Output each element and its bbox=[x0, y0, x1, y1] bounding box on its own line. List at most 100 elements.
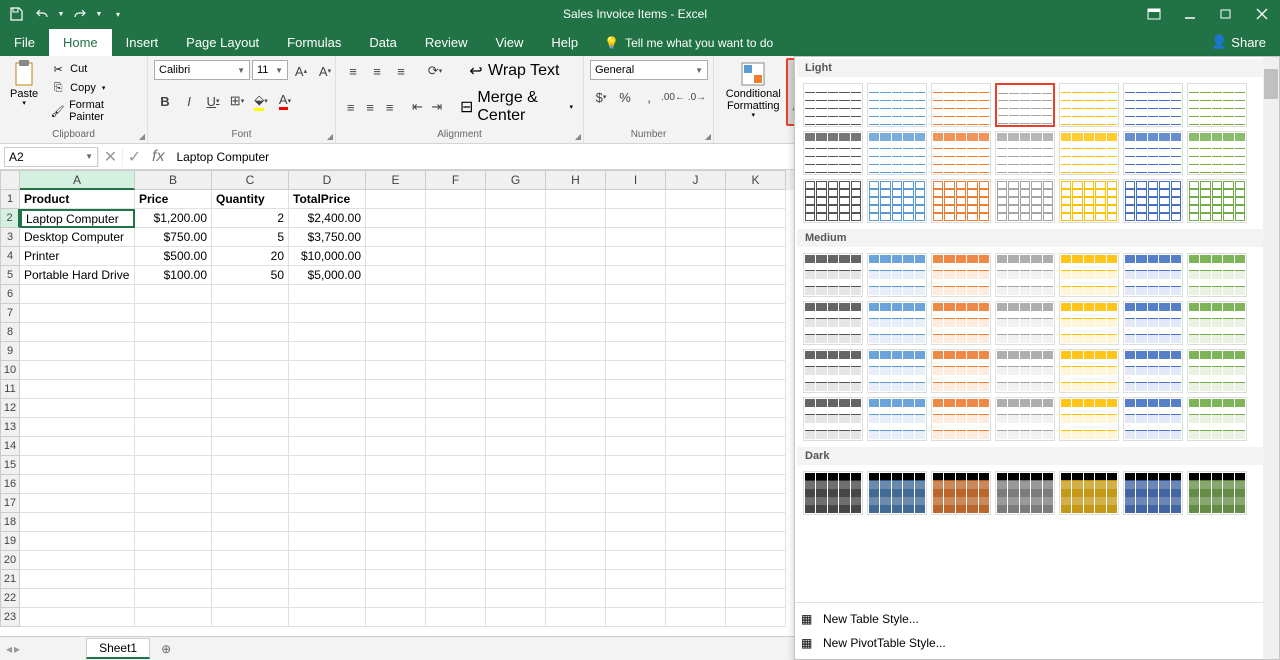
table-style-thumb[interactable] bbox=[867, 471, 927, 515]
cell[interactable] bbox=[486, 551, 546, 570]
cell[interactable] bbox=[212, 342, 289, 361]
cell[interactable] bbox=[366, 209, 426, 228]
close-icon[interactable] bbox=[1244, 0, 1280, 28]
comma-icon[interactable]: , bbox=[638, 86, 660, 108]
cell[interactable] bbox=[20, 475, 135, 494]
table-style-thumb[interactable] bbox=[1123, 349, 1183, 393]
cell[interactable] bbox=[726, 608, 786, 627]
cell[interactable] bbox=[426, 190, 486, 209]
cell[interactable] bbox=[486, 589, 546, 608]
column-header[interactable]: A bbox=[20, 170, 135, 190]
cell[interactable] bbox=[606, 380, 666, 399]
font-size-combo[interactable]: 11▼ bbox=[252, 60, 288, 80]
row-header[interactable]: 12 bbox=[0, 399, 20, 418]
cell[interactable] bbox=[366, 247, 426, 266]
cell[interactable] bbox=[20, 456, 135, 475]
cell[interactable] bbox=[212, 418, 289, 437]
wrap-text-button[interactable]: ↩Wrap Text bbox=[464, 61, 563, 81]
row-header[interactable]: 4 bbox=[0, 247, 20, 266]
table-style-thumb[interactable] bbox=[995, 471, 1055, 515]
cell[interactable] bbox=[212, 494, 289, 513]
cell[interactable]: Printer bbox=[20, 247, 135, 266]
row-header[interactable]: 23 bbox=[0, 608, 20, 627]
cell[interactable] bbox=[606, 570, 666, 589]
cell[interactable] bbox=[212, 323, 289, 342]
cell[interactable] bbox=[426, 608, 486, 627]
cell[interactable] bbox=[606, 285, 666, 304]
row-header[interactable]: 18 bbox=[0, 513, 20, 532]
cell[interactable] bbox=[546, 399, 606, 418]
cell[interactable] bbox=[546, 513, 606, 532]
sheet-nav-first-icon[interactable]: ◂ bbox=[6, 642, 12, 656]
table-style-thumb[interactable] bbox=[803, 471, 863, 515]
cell[interactable] bbox=[289, 342, 366, 361]
orientation-icon[interactable]: ⟳▾ bbox=[424, 60, 446, 82]
cell[interactable] bbox=[666, 228, 726, 247]
table-style-thumb[interactable] bbox=[995, 131, 1055, 175]
cell[interactable] bbox=[212, 399, 289, 418]
row-header[interactable]: 20 bbox=[0, 551, 20, 570]
cell[interactable] bbox=[212, 380, 289, 399]
cell[interactable] bbox=[666, 513, 726, 532]
table-style-thumb[interactable] bbox=[1123, 253, 1183, 297]
cell[interactable] bbox=[666, 323, 726, 342]
increase-font-icon[interactable]: A▴ bbox=[290, 60, 312, 82]
cell[interactable] bbox=[20, 342, 135, 361]
table-style-thumb[interactable] bbox=[1059, 397, 1119, 441]
cell[interactable] bbox=[666, 399, 726, 418]
table-style-thumb[interactable] bbox=[931, 301, 991, 345]
table-style-thumb[interactable] bbox=[1059, 131, 1119, 175]
row-header[interactable]: 2 bbox=[0, 209, 20, 228]
tab-review[interactable]: Review bbox=[411, 29, 482, 56]
table-style-thumb[interactable] bbox=[1187, 83, 1247, 127]
row-header[interactable]: 17 bbox=[0, 494, 20, 513]
cell[interactable] bbox=[666, 266, 726, 285]
font-name-combo[interactable]: Calibri▼ bbox=[154, 60, 250, 80]
cell[interactable] bbox=[606, 418, 666, 437]
cell[interactable] bbox=[546, 418, 606, 437]
cell[interactable] bbox=[135, 608, 212, 627]
cell[interactable] bbox=[606, 247, 666, 266]
redo-dropdown-icon[interactable]: ▼ bbox=[94, 2, 104, 26]
row-header[interactable]: 16 bbox=[0, 475, 20, 494]
cell[interactable] bbox=[289, 304, 366, 323]
cell[interactable] bbox=[666, 551, 726, 570]
cell[interactable] bbox=[20, 513, 135, 532]
table-style-thumb[interactable] bbox=[995, 179, 1055, 223]
select-all-corner[interactable] bbox=[0, 170, 20, 190]
column-header[interactable]: H bbox=[546, 170, 606, 190]
cell[interactable] bbox=[666, 475, 726, 494]
tell-me-search[interactable]: 💡 Tell me what you want to do bbox=[592, 30, 785, 56]
cell[interactable] bbox=[486, 342, 546, 361]
cell[interactable] bbox=[135, 494, 212, 513]
cell[interactable]: Price bbox=[135, 190, 212, 209]
undo-dropdown-icon[interactable]: ▼ bbox=[56, 2, 66, 26]
cell[interactable] bbox=[546, 323, 606, 342]
bold-icon[interactable]: B bbox=[154, 90, 176, 112]
cell[interactable] bbox=[606, 304, 666, 323]
table-style-thumb[interactable] bbox=[1187, 471, 1247, 515]
merge-center-button[interactable]: ⊟Merge & Center▾ bbox=[456, 88, 577, 126]
cell[interactable] bbox=[135, 551, 212, 570]
cell[interactable] bbox=[486, 475, 546, 494]
cell[interactable] bbox=[135, 399, 212, 418]
minimize-icon[interactable] bbox=[1172, 0, 1208, 28]
cell[interactable] bbox=[546, 266, 606, 285]
percent-icon[interactable]: % bbox=[614, 86, 636, 108]
cell[interactable] bbox=[20, 380, 135, 399]
cell[interactable] bbox=[289, 456, 366, 475]
column-header[interactable]: J bbox=[666, 170, 726, 190]
cell[interactable] bbox=[426, 266, 486, 285]
table-style-thumb[interactable] bbox=[931, 471, 991, 515]
cell[interactable] bbox=[606, 209, 666, 228]
cell[interactable] bbox=[666, 209, 726, 228]
table-style-thumb[interactable] bbox=[995, 397, 1055, 441]
table-style-thumb[interactable] bbox=[1059, 471, 1119, 515]
row-header[interactable]: 19 bbox=[0, 532, 20, 551]
cell[interactable] bbox=[366, 266, 426, 285]
table-style-thumb[interactable] bbox=[803, 131, 863, 175]
row-header[interactable]: 22 bbox=[0, 589, 20, 608]
cell[interactable] bbox=[20, 418, 135, 437]
cell[interactable] bbox=[289, 570, 366, 589]
table-style-thumb[interactable] bbox=[1059, 179, 1119, 223]
